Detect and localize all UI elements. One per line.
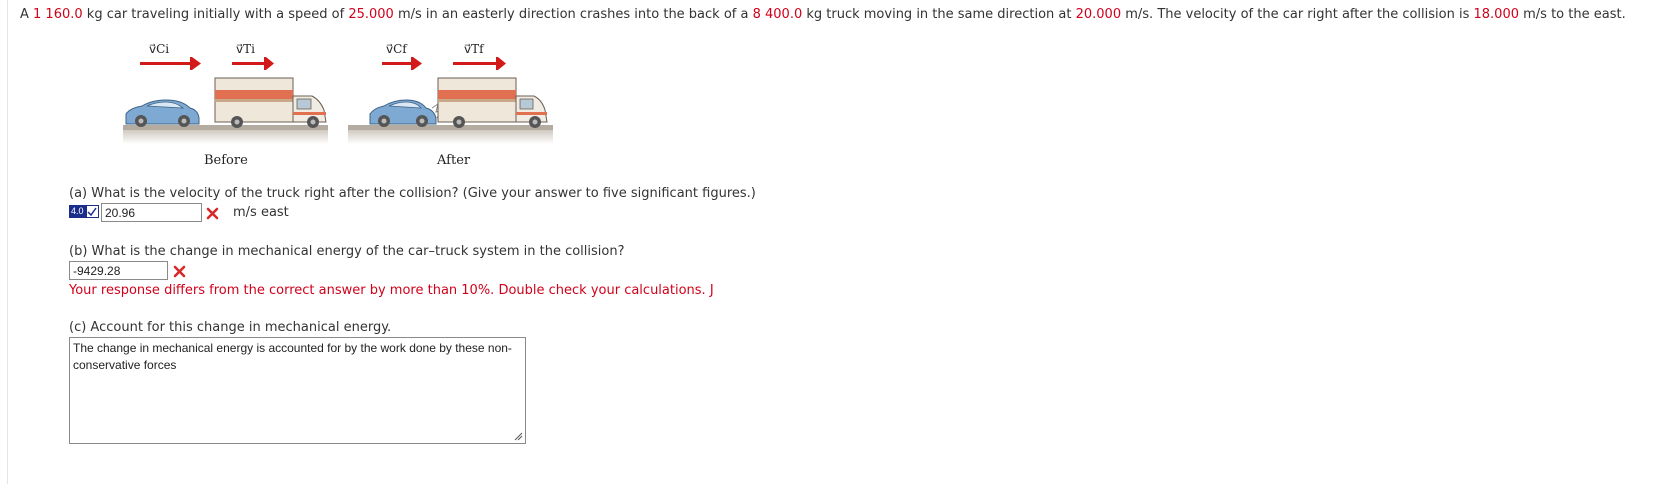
feedback-message: Your response differs from the correct a… [69, 283, 714, 298]
truck-before [214, 77, 327, 128]
incorrect-x-icon [173, 265, 186, 278]
question-c: (c) Account for this change in mechanica… [69, 320, 392, 335]
car-after [369, 99, 444, 127]
truck-after [437, 77, 548, 128]
problem-text: kg truck moving in the same direction at [802, 7, 1076, 22]
truck-speed-value: 20.000 [1075, 7, 1122, 22]
answer-b-input[interactable]: -9429.28 [69, 261, 168, 280]
problem-text: A [20, 7, 34, 22]
question-a: (a) What is the velocity of the truck ri… [69, 186, 756, 201]
car-speed-value: 25.000 [348, 7, 394, 22]
velocity-arrow-truck-initial [232, 57, 274, 70]
collision-figure: v⃗Ci v⃗Ti v⃗Cf v⃗Tf Before After [120, 38, 560, 178]
resize-grip-icon[interactable] [513, 431, 523, 441]
velocity-arrow-car-final [382, 57, 422, 70]
ground-before [123, 125, 328, 130]
left-border [7, 0, 8, 484]
problem-text: m/s in an easterly direction crashes int… [393, 7, 753, 22]
check-icon [85, 205, 99, 218]
question-b: (b) What is the change in mechanical ene… [69, 244, 625, 259]
problem-text: m/s. The velocity of the car right after… [1121, 7, 1474, 22]
problem-text: kg car traveling initially with a speed … [82, 7, 349, 22]
truck-mass-value: 8 400.0 [752, 7, 803, 22]
before-label: Before [204, 153, 248, 168]
answer-a-input[interactable]: 20.96 [101, 203, 202, 222]
answer-a-unit: m/s east [233, 205, 289, 220]
problem-text: m/s to the east. [1519, 7, 1626, 22]
answer-c-text: The change in mechanical energy is accou… [73, 341, 512, 372]
after-label: After [437, 153, 471, 168]
velocity-arrow-car-initial [140, 57, 201, 70]
collision-illustration [123, 57, 553, 144]
car-mass-value: 1 160.0 [33, 7, 83, 22]
problem-statement: A 1 160.0 kg car traveling initially wit… [20, 7, 1626, 22]
score-badge-value: 4.0 [69, 205, 86, 218]
ground-after [348, 125, 553, 130]
car-before [125, 99, 200, 127]
answer-c-textarea[interactable]: The change in mechanical energy is accou… [69, 337, 526, 444]
velocity-arrow-truck-final [453, 57, 506, 70]
car-final-velocity-value: 18.000 [1473, 7, 1520, 22]
incorrect-x-icon [206, 207, 219, 220]
score-badge[interactable]: 4.0 [69, 205, 99, 218]
